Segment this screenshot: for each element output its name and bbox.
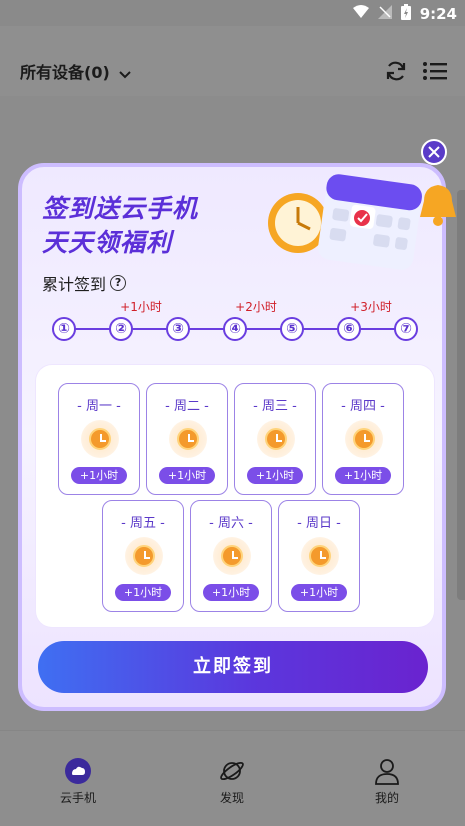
clock-icon: [169, 420, 207, 458]
user-icon: [373, 757, 401, 785]
day-card-sun[interactable]: - 周日 - +1小时: [278, 500, 360, 612]
day-label: - 周日 -: [297, 516, 341, 531]
step-2: ②: [109, 317, 133, 341]
status-bar: 9:24: [0, 0, 465, 26]
day-label: - 周六 -: [209, 516, 253, 531]
day-reward-badge: +1小时: [203, 584, 259, 601]
step-1: ①: [52, 317, 76, 341]
clock-icon: [213, 537, 251, 575]
day-label: - 周四 -: [341, 399, 385, 414]
step-6: ⑥: [337, 317, 361, 341]
app-header: 所有设备(0): [0, 26, 465, 96]
day-reward-badge: +1小时: [115, 584, 171, 601]
device-selector[interactable]: 所有设备(0): [20, 59, 132, 83]
nav-item-cloud-phone[interactable]: 云手机: [48, 757, 108, 806]
help-icon[interactable]: ?: [110, 275, 127, 291]
nav-label-discover: 发现: [219, 791, 244, 805]
refresh-icon[interactable]: [384, 60, 410, 82]
step-reward: +3小时: [350, 300, 392, 314]
step-4: ④: [223, 317, 247, 341]
clock-icon: [345, 420, 383, 458]
clock-icon: [257, 420, 295, 458]
clock-icon: [125, 537, 163, 575]
nav-item-mine[interactable]: 我的: [357, 757, 417, 806]
modal-title-line2: 天天领福利: [42, 228, 173, 257]
clock-icon: [81, 420, 119, 458]
day-card-fri[interactable]: - 周五 - +1小时: [102, 500, 184, 612]
device-selector-label: 所有设备(0): [20, 63, 110, 82]
clock-time: 9:24: [419, 5, 457, 23]
no-signal-icon: [377, 5, 392, 23]
day-card-sat[interactable]: - 周六 - +1小时: [190, 500, 272, 612]
step-reward: +2小时: [235, 300, 277, 314]
signin-modal: 签到送云手机 天天领福利 累计签到 ? +1小时 +2小时 +3小时 ① ② ③…: [18, 163, 456, 711]
calendar-clock-illustration: [262, 161, 462, 273]
modal-title-line1: 签到送云手机: [42, 194, 199, 223]
step-7: ⑦: [394, 317, 418, 341]
planet-icon: [218, 757, 246, 785]
day-label: - 周一 -: [77, 399, 121, 414]
day-label: - 周二 -: [165, 399, 209, 414]
nav-label-cloud-phone: 云手机: [59, 791, 96, 805]
day-reward-badge: +1小时: [159, 467, 215, 484]
battery-charging-icon: [400, 4, 411, 24]
day-reward-badge: +1小时: [247, 467, 303, 484]
weekday-grid: - 周一 - +1小时 - 周二 - +1小时 - 周三 - +1小时 - 周四…: [36, 365, 434, 627]
signin-now-button[interactable]: 立即签到: [38, 641, 428, 693]
nav-label-mine: 我的: [374, 791, 399, 805]
signin-progress: +1小时 +2小时 +3小时 ① ② ③ ④ ⑤ ⑥ ⑦: [52, 297, 424, 347]
day-card-thu[interactable]: - 周四 - +1小时: [322, 383, 404, 495]
step-5: ⑤: [280, 317, 304, 341]
clock-icon: [301, 537, 339, 575]
step-reward: +1小时: [120, 300, 162, 314]
day-card-mon[interactable]: - 周一 - +1小时: [58, 383, 140, 495]
cloud-phone-icon: [64, 757, 92, 785]
cumulative-signin-text: 累计签到: [42, 275, 107, 294]
day-reward-badge: +1小时: [71, 467, 127, 484]
day-card-wed[interactable]: - 周三 - +1小时: [234, 383, 316, 495]
close-icon: [428, 146, 440, 158]
step-3: ③: [166, 317, 190, 341]
bottom-nav: 云手机 发现 我的: [0, 730, 465, 826]
day-card-tue[interactable]: - 周二 - +1小时: [146, 383, 228, 495]
nav-item-discover[interactable]: 发现: [202, 757, 262, 806]
day-label: - 周五 -: [121, 516, 165, 531]
day-reward-badge: +1小时: [335, 467, 391, 484]
chevron-down-icon: [119, 64, 132, 83]
cumulative-signin-label: 累计签到 ?: [42, 271, 127, 295]
list-menu-icon[interactable]: [423, 60, 449, 82]
wifi-icon: [352, 5, 369, 23]
day-reward-badge: +1小时: [291, 584, 347, 601]
day-label: - 周三 -: [253, 399, 297, 414]
